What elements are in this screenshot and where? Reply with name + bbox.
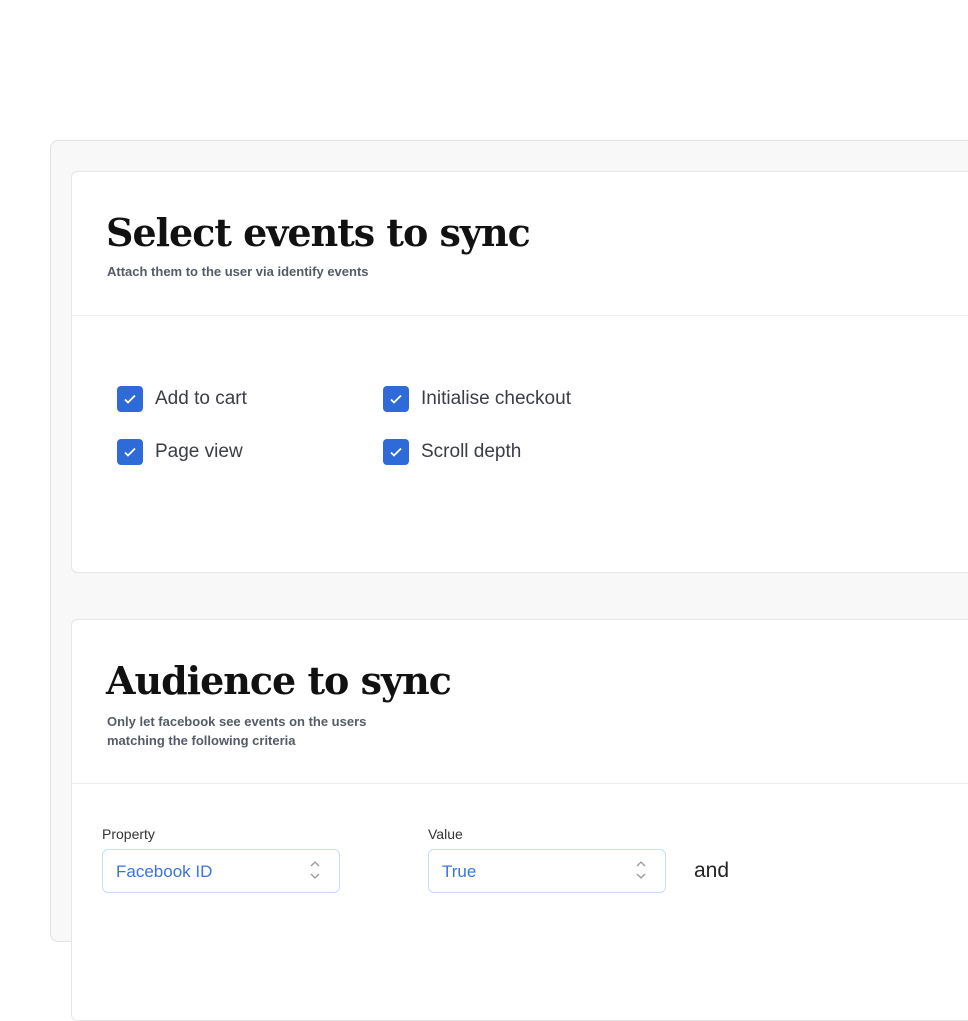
divider — [72, 783, 968, 784]
events-card: Select events to sync Attach them to the… — [71, 171, 968, 573]
checkmark-icon — [383, 439, 409, 465]
audience-title: Audience to sync — [106, 658, 452, 703]
checkbox-label: Page view — [155, 441, 243, 462]
checkbox-label: Scroll depth — [421, 441, 522, 462]
audience-subtitle: Only let facebook see events on the user… — [107, 712, 366, 750]
conjunction-text: and — [694, 859, 730, 882]
checkbox-label: Initialise checkout — [421, 388, 571, 409]
events-title: Select events to sync — [106, 210, 531, 255]
value-label: Value — [428, 826, 463, 842]
checkmark-icon — [383, 386, 409, 412]
property-select[interactable]: Facebook ID — [102, 849, 340, 893]
property-label: Property — [102, 826, 155, 842]
value-select-value: True — [442, 862, 477, 881]
audience-subtitle-line2: matching the following criteria — [107, 733, 296, 748]
audience-card: Audience to sync Only let facebook see e… — [71, 619, 968, 1021]
checkbox-initialise-checkout[interactable]: Initialise checkout — [383, 386, 571, 412]
divider — [72, 315, 968, 316]
events-subtitle: Attach them to the user via identify eve… — [107, 264, 369, 279]
checkbox-label: Add to cart — [155, 388, 247, 409]
checkbox-scroll-depth[interactable]: Scroll depth — [383, 439, 521, 465]
property-select-value: Facebook ID — [116, 862, 213, 881]
chevron-up-down-icon — [310, 861, 320, 879]
audience-subtitle-line1: Only let facebook see events on the user… — [107, 714, 367, 729]
checkbox-page-view[interactable]: Page view — [117, 439, 243, 465]
checkbox-add-to-cart[interactable]: Add to cart — [117, 386, 247, 412]
checkmark-icon — [117, 439, 143, 465]
value-select[interactable]: True — [428, 849, 666, 893]
chevron-up-down-icon — [636, 861, 646, 879]
checkmark-icon — [117, 386, 143, 412]
settings-panel: Select events to sync Attach them to the… — [50, 140, 968, 1021]
